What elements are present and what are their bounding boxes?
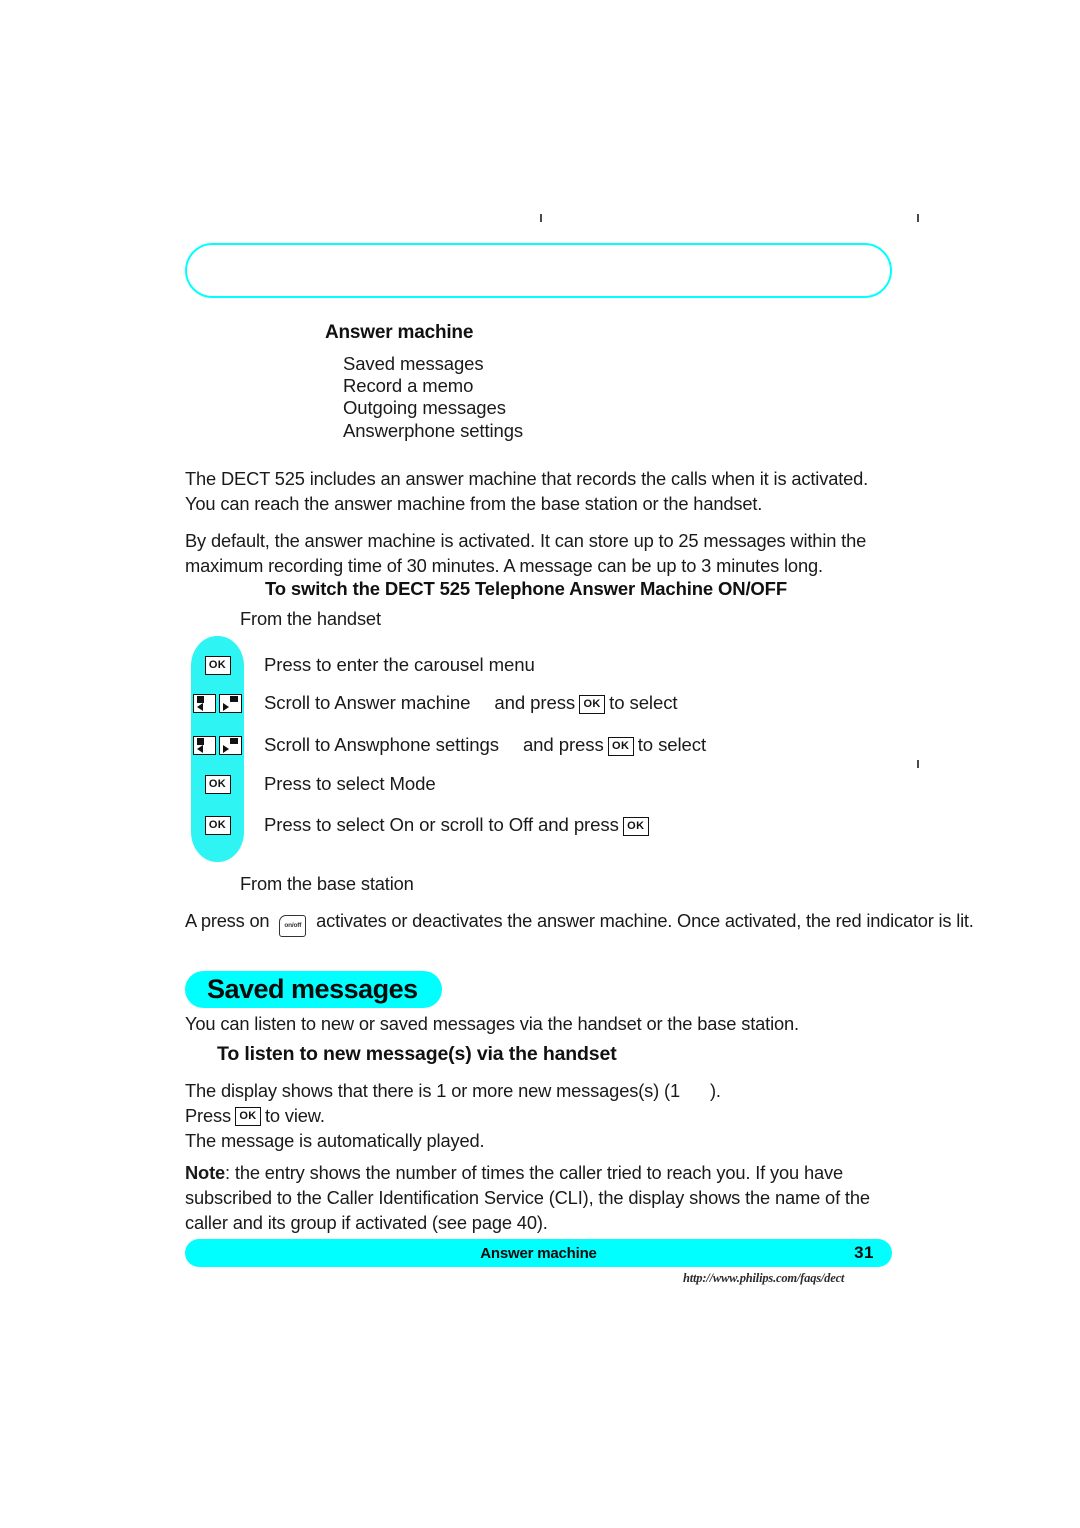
crop-mark-icon: [917, 214, 919, 222]
ok-key-icon[interactable]: OK: [204, 655, 231, 675]
crop-mark-icon: [917, 760, 919, 768]
step-text: Press to select On or scroll to Off and …: [244, 812, 653, 838]
ok-key-icon[interactable]: OK: [579, 694, 606, 714]
intro-paragraph-2: By default, the answer machine is activa…: [185, 530, 867, 576]
menu-list: Saved messages Record a memo Outgoing me…: [343, 353, 745, 442]
note-text: : the entry shows the number of times th…: [185, 1162, 870, 1233]
crop-mark-icon: [540, 214, 542, 222]
scroll-left-key-icon[interactable]: [193, 693, 216, 713]
scroll-right-key-icon[interactable]: [219, 735, 242, 755]
step-text-main: Press to enter the carousel menu: [264, 654, 535, 675]
footer-title: Answer machine: [480, 1244, 597, 1262]
step-text: Scroll to Answphone settings and press O…: [244, 732, 706, 758]
instruction-step: Scroll to Answphone settings and press O…: [191, 730, 706, 760]
listen-line-1-before: The display shows that there is 1 or mor…: [185, 1080, 680, 1101]
listen-line-1: The display shows that there is 1 or mor…: [185, 1078, 895, 1103]
onoff-key-icon[interactable]: on/off: [279, 915, 307, 938]
step-text: Press to enter the carousel menu: [244, 652, 535, 678]
ok-key-icon[interactable]: OK: [622, 816, 649, 836]
intro-paragraph-1: The DECT 525 includes an answer machine …: [185, 468, 869, 514]
listen-line-3: The message is automatically played.: [185, 1128, 895, 1153]
from-base-station-label: From the base station: [240, 873, 414, 894]
footer-url: http://www.philips.com/faqs/dect: [683, 1271, 845, 1285]
step-text-main: Press to select Mode: [264, 773, 436, 794]
scroll-left-key-icon[interactable]: [193, 735, 216, 755]
menu-title: Answer machine: [325, 322, 474, 343]
list-item: Answerphone settings: [343, 419, 524, 441]
base-sentence-before: A press on: [185, 910, 270, 931]
instruction-step: OK Press to select Mode: [191, 769, 436, 799]
step-text-after: to select: [609, 692, 678, 713]
section-heading-pill: Saved messages: [185, 971, 442, 1008]
list-item: Outgoing messages: [343, 397, 506, 419]
header-outline-box: [185, 243, 892, 298]
base-sentence-after: activates or deactivates the answer mach…: [316, 910, 974, 931]
step-text-main: Scroll to Answphone settings: [264, 734, 499, 755]
menu-block: Answer machine Saved messages Record a m…: [325, 322, 745, 442]
listen-subheading: To listen to new message(s) via the hand…: [217, 1043, 617, 1065]
step-text-mid: and press: [522, 734, 604, 755]
step-text-main: Scroll to Answer machine: [264, 692, 471, 713]
instruction-step: Scroll to Answer machine and press OK to…: [191, 688, 678, 718]
step-text-mid: and press: [494, 692, 576, 713]
base-station-sentence: A press on on/off activates or deactivat…: [185, 908, 974, 938]
listen-line-2-after: to view.: [264, 1105, 325, 1126]
listen-line-2: Press OK to view.: [185, 1103, 895, 1128]
step-text-main: Press to select On or scroll to Off and …: [264, 814, 619, 835]
ok-key-icon[interactable]: OK: [204, 774, 231, 794]
step-text: Scroll to Answer machine and press OK to…: [244, 690, 678, 716]
from-handset-label: From the handset: [240, 608, 381, 629]
step-text: Press to select Mode: [244, 771, 436, 797]
listen-line-3-text: The message is automatically played.: [185, 1130, 485, 1151]
saved-messages-intro: You can listen to new or saved messages …: [185, 1013, 799, 1034]
list-item: Saved messages: [343, 353, 484, 374]
listen-instructions: The display shows that there is 1 or mor…: [185, 1078, 895, 1153]
key-slot: OK: [191, 774, 244, 794]
key-slot: OK: [191, 655, 244, 675]
page-number: 31: [854, 1243, 874, 1262]
footer-bar: Answer machine 31: [185, 1239, 892, 1267]
listen-line-1-after: ).: [709, 1080, 721, 1101]
key-slot: OK: [191, 815, 244, 835]
manual-page: Answer machine Saved messages Record a m…: [0, 0, 1080, 1528]
key-slot: [191, 735, 244, 755]
ok-key-icon[interactable]: OK: [607, 736, 634, 756]
switch-section-heading: To switch the DECT 525 Telephone Answer …: [265, 578, 787, 599]
scroll-right-key-icon[interactable]: [219, 693, 242, 713]
instruction-step: OK Press to select On or scroll to Off a…: [191, 810, 653, 840]
step-text-after: to select: [637, 734, 707, 755]
key-slot: [191, 693, 244, 713]
listen-line-2-before: Press: [185, 1105, 231, 1126]
note-label: Note: [185, 1162, 226, 1183]
list-item: Record a memo: [343, 375, 474, 397]
ok-key-icon[interactable]: OK: [204, 815, 231, 835]
note-paragraph: Note: the entry shows the number of time…: [185, 1160, 900, 1235]
ok-key-icon[interactable]: OK: [234, 1107, 261, 1126]
instruction-step: OK Press to enter the carousel menu: [191, 650, 535, 680]
